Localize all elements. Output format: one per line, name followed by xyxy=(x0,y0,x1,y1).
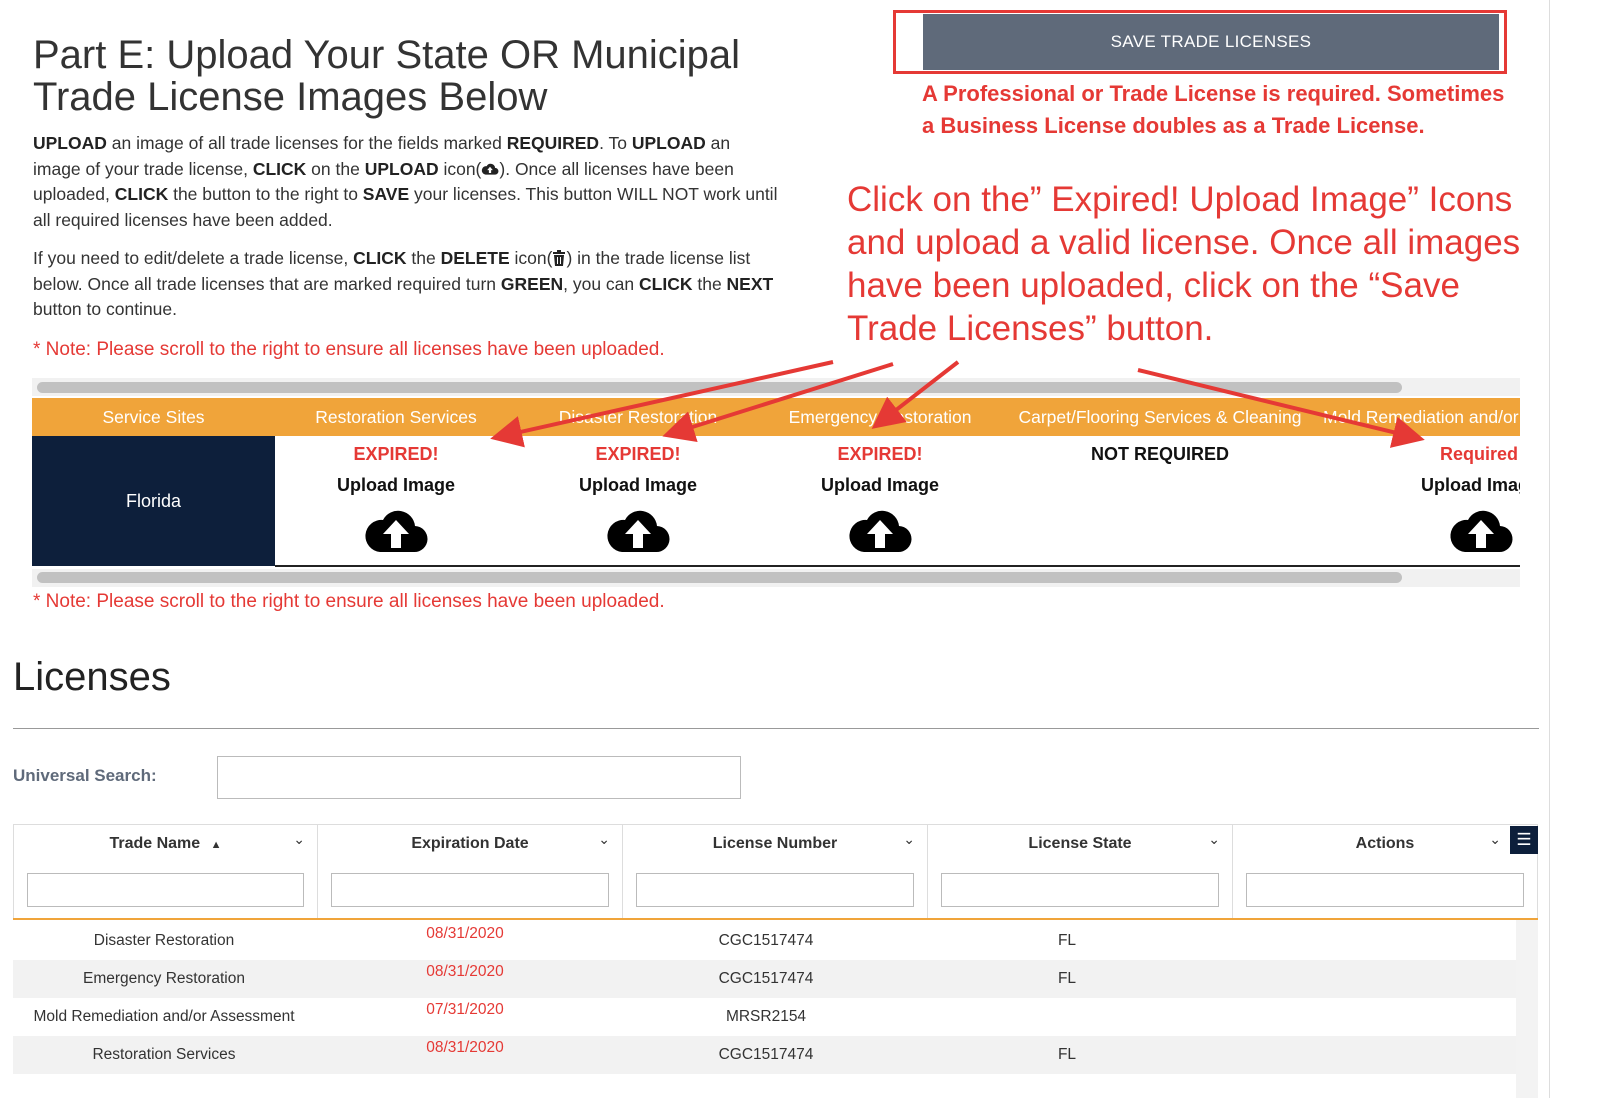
license-number-cell: CGC1517474 xyxy=(718,932,814,949)
actions-filter-input[interactable] xyxy=(1246,873,1524,907)
trade-name-cell: Restoration Services xyxy=(92,1046,236,1063)
right-edge-border xyxy=(1549,0,1550,1098)
universal-search-label: Universal Search: xyxy=(13,766,157,785)
table-row[interactable]: Restoration Services 08/31/2020 CGC15174… xyxy=(13,1036,1516,1074)
column-label: License Number xyxy=(712,835,838,852)
license-state-filter-input[interactable] xyxy=(941,873,1219,907)
expiration-date-cell: 08/31/2020 xyxy=(426,1039,504,1056)
expiration-date-filter-input[interactable] xyxy=(331,873,609,907)
table-row[interactable]: Emergency Restoration 08/31/2020 CGC1517… xyxy=(13,960,1516,998)
column-label: Expiration Date xyxy=(411,835,529,852)
chevron-down-icon[interactable]: ⌄ xyxy=(903,831,915,848)
column-header-expiration-date[interactable]: Expiration Date ⌄ xyxy=(317,824,623,919)
license-number-filter-input[interactable] xyxy=(636,873,914,907)
column-label: Trade Name xyxy=(109,835,201,852)
license-state-cell: FL xyxy=(1057,1046,1077,1063)
table-vertical-scrollbar[interactable] xyxy=(1516,920,1538,1098)
trade-name-filter-input[interactable] xyxy=(27,873,304,907)
chevron-down-icon[interactable]: ⌄ xyxy=(1208,831,1220,848)
expiration-date-cell: 07/31/2020 xyxy=(426,1001,504,1018)
section-divider xyxy=(13,728,1539,729)
header-underline xyxy=(13,918,1538,920)
grid-menu-icon[interactable]: ☰ xyxy=(1510,826,1538,854)
license-number-cell: CGC1517474 xyxy=(718,1046,814,1063)
expiration-date-cell: 08/31/2020 xyxy=(426,925,504,942)
table-row[interactable]: Disaster Restoration 08/31/2020 CGC15174… xyxy=(13,922,1516,960)
column-header-trade-name[interactable]: Trade Name ▲ ⌄ xyxy=(13,824,318,919)
sort-ascending-icon[interactable]: ▲ xyxy=(211,839,222,851)
licenses-heading: Licenses xyxy=(13,655,171,699)
license-state-cell: FL xyxy=(1057,970,1077,987)
arrow-to-mold-remediation xyxy=(1137,368,1425,448)
arrow-to-emergency-restoration xyxy=(871,360,960,429)
license-state-cell: FL xyxy=(1057,932,1077,949)
license-state-cell xyxy=(917,998,1217,1036)
column-header-actions[interactable]: Actions ⌄ xyxy=(1232,824,1538,919)
column-header-license-state[interactable]: License State ⌄ xyxy=(927,824,1233,919)
trade-name-cell: Mold Remediation and/or Assessment xyxy=(33,1008,295,1025)
universal-search-input[interactable] xyxy=(217,756,741,799)
chevron-down-icon[interactable]: ⌄ xyxy=(598,831,610,848)
license-number-cell: MRSR2154 xyxy=(725,1008,807,1025)
license-number-cell: CGC1517474 xyxy=(718,970,814,987)
trade-name-cell: Disaster Restoration xyxy=(93,932,235,949)
column-header-license-number[interactable]: License Number ⌄ xyxy=(622,824,928,919)
chevron-down-icon[interactable]: ⌄ xyxy=(1489,831,1501,848)
table-row[interactable]: Mold Remediation and/or Assessment 07/31… xyxy=(13,998,1516,1036)
trade-name-cell: Emergency Restoration xyxy=(83,970,245,987)
column-label: License State xyxy=(1028,835,1132,852)
chevron-down-icon[interactable]: ⌄ xyxy=(293,831,305,848)
expiration-date-cell: 08/31/2020 xyxy=(426,963,504,980)
